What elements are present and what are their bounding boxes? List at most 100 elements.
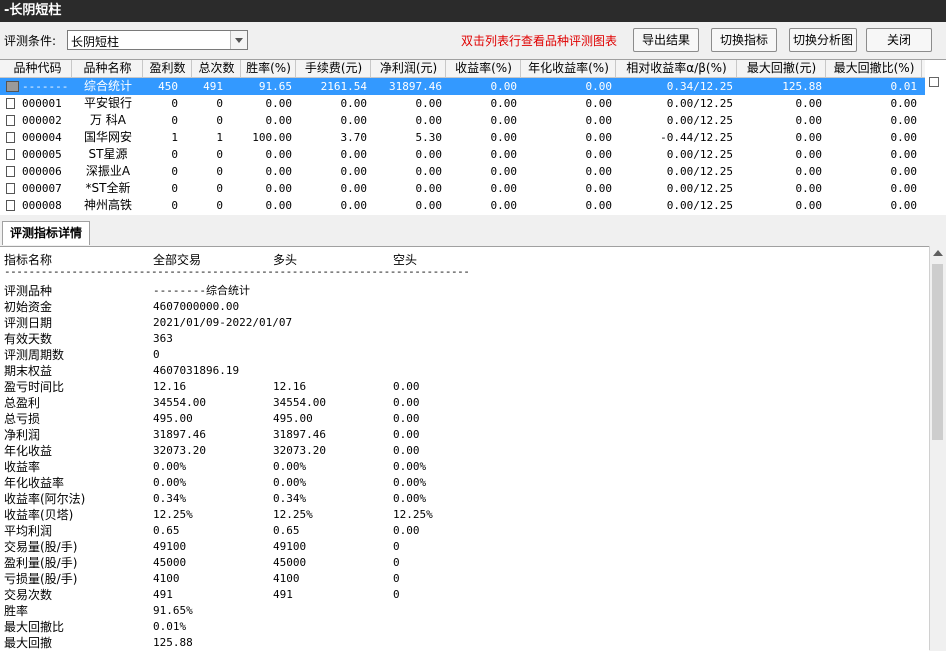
detail-row: 胜率 91.65% [0,603,929,619]
table-cell: 0.00 [890,114,918,127]
details-separator: ----------------------------------------… [4,265,470,278]
table-cell: 000002 [22,114,62,127]
export-button[interactable]: 导出结果 [633,28,699,52]
table-row[interactable]: 000002 万 科A 0 0 0.00 0.00 0.00 0.00 0.00 0.00/12.… [0,112,925,129]
detail-value: 491 [153,588,173,601]
detail-value: 32073.20 [273,444,326,457]
detail-label: 收益率(贝塔) [4,508,74,522]
detail-row: 评测日期 2021/01/09-2022/01/07 [0,315,929,331]
document-icon [6,200,15,211]
detail-value: 4100 [273,572,300,585]
table-row[interactable]: 000001 平安银行 0 0 0.00 0.00 0.00 0.00 0.00 0.00/12.… [0,95,925,112]
table-cell: 综合统计 [83,79,132,93]
tab-metric-details[interactable]: 评测指标详情 [2,221,90,245]
table-cell: 0.00 [265,182,293,195]
results-table[interactable]: 品种代码 品种名称 盈利数 总次数 胜率(%) 手续费(元) 净利润(元) 收益率(%) 年化收… [0,59,946,216]
table-cell: 91.65 [258,80,292,93]
scroll-thumb[interactable] [932,264,943,440]
table-cell: 0.00 [795,148,823,161]
table-cell: 1 [216,131,223,144]
table-cell: 万 科A [89,113,127,127]
table-cell: 0.00 [490,114,518,127]
table-cell: 2161.54 [320,80,367,93]
detail-label: 最大回撤 [4,636,53,650]
table-cell: 000008 [22,199,62,212]
column-header[interactable]: 收益率(%) [447,60,521,77]
table-row[interactable]: ------- 综合统计 450 491 91.65 2161.54 31897.46 0.0… [0,78,925,95]
column-header[interactable]: 品种代码 [4,60,72,77]
table-cell: 0.00 [585,80,613,93]
detail-row: 评测周期数 0 [0,347,929,363]
table-cell: 0 [216,97,223,110]
close-button[interactable]: 关闭 [866,28,932,52]
table-cell: 0.00 [265,97,293,110]
column-header[interactable]: 盈利数 [144,60,192,77]
checkbox-icon[interactable] [929,77,939,87]
detail-label: 总亏损 [4,412,41,426]
switch-analysis-button[interactable]: 切换分析图 [789,28,857,52]
detail-value: 0.00 [393,380,420,393]
detail-value: 0 [393,572,400,585]
table-cell: 0.00/12.25 [666,97,733,110]
table-row[interactable]: 000006 深振业A 0 0 0.00 0.00 0.00 0.00 0.00 0.00/12.… [0,163,925,180]
detail-value: 2021/01/09-2022/01/07 [153,316,293,329]
detail-value: 0.65 [153,524,180,537]
table-cell: 0.00 [890,131,918,144]
table-row[interactable]: 000008 神州高铁 0 0 0.00 0.00 0.00 0.00 0.00 0.00/12.… [0,197,925,214]
detail-value: 32073.20 [153,444,206,457]
table-header: 品种代码 品种名称 盈利数 总次数 胜率(%) 手续费(元) 净利润(元) 收益率(%) 年化收… [0,60,925,78]
chevron-down-icon[interactable] [230,31,247,49]
detail-label: 亏损量(股/手) [4,572,78,586]
detail-value: 495.00 [153,412,193,425]
detail-value: 0.00 [393,524,420,537]
condition-select[interactable]: 长阴短柱 [67,30,248,50]
table-row[interactable]: 000007 *ST全新 0 0 0.00 0.00 0.00 0.00 0.00 0.00/12… [0,180,925,197]
detail-value: 0.00% [153,476,187,489]
details-scrollbar[interactable] [929,246,946,650]
table-cell: 神州高铁 [83,198,132,212]
table-cell: 0.00 [890,148,918,161]
column-header[interactable]: 净利润(元) [372,60,446,77]
column-header[interactable]: 手续费(元) [297,60,371,77]
detail-value: 34554.00 [273,396,326,409]
table-cell: 0.00 [890,165,918,178]
table-cell: 0.00 [890,199,918,212]
column-header[interactable]: 胜率(%) [242,60,296,77]
table-row[interactable]: 000005 ST星源 0 0 0.00 0.00 0.00 0.00 0.00 0.00/12.… [0,146,925,163]
table-row[interactable]: 000004 国华网安 1 1 100.00 3.70 5.30 0.00 0.00 -0.44/… [0,129,925,146]
detail-value: 0 [153,348,160,361]
table-cell: 0.00 [795,165,823,178]
table-cell: 0.00 [490,182,518,195]
table-cell: 0.00 [490,148,518,161]
detail-value: 45000 [153,556,187,569]
table-cell: 5.30 [415,131,443,144]
detail-value: 4607031896.19 [153,364,240,377]
detail-value: 0.01% [153,620,187,633]
table-cell: 0.00 [585,165,613,178]
column-header[interactable]: 最大回撤比(%) [827,60,922,77]
table-cell: 450 [158,80,178,93]
detail-row: 收益率(阿尔法) 0.34% 0.34% 0.00% [0,491,929,507]
table-cell: ST星源 [88,147,128,161]
column-header[interactable]: 最大回撤(元) [738,60,826,77]
table-cell: 0 [216,199,223,212]
document-icon [6,115,15,126]
scroll-up-icon[interactable] [933,250,943,256]
column-header[interactable]: 相对收益率α/β(%) [617,60,737,77]
column-header[interactable]: 年化收益率(%) [522,60,616,77]
detail-label: 评测品种 [4,284,53,298]
table-cell: 0.00 [265,165,293,178]
switch-metric-button[interactable]: 切换指标 [711,28,777,52]
table-cell: 深振业A [85,164,131,178]
table-cell: 0.01 [890,80,918,93]
table-cell: 0 [216,165,223,178]
column-header[interactable]: 总次数 [193,60,241,77]
table-cell: 31897.46 [389,80,442,93]
table-cell: 0.00/12.25 [666,165,733,178]
table-cell: 0 [216,148,223,161]
detail-value: 491 [273,588,293,601]
column-header[interactable]: 品种名称 [73,60,143,77]
detail-value: 12.25% [393,508,433,521]
table-cell: 0 [171,148,178,161]
detail-row: 最大回撤 125.88 [0,635,929,651]
